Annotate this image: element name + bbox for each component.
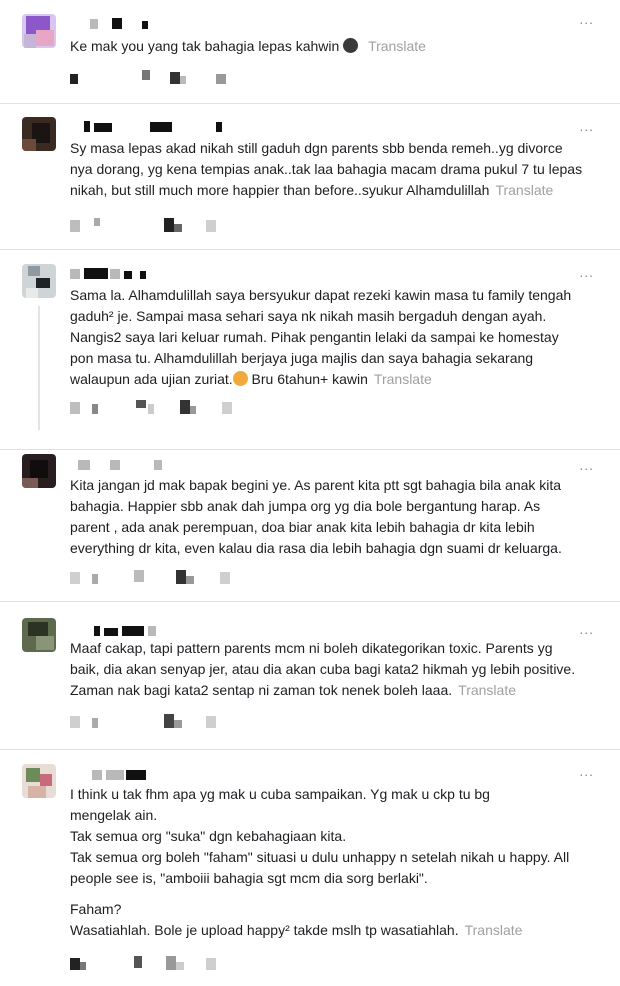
comment-item: ... Sama la. Alhamdulillah saya bersyuku… xyxy=(0,250,620,450)
commenter-name-redacted[interactable] xyxy=(70,622,180,636)
comment-item: ... Sy masa lepas akad nikah still gaduh… xyxy=(0,104,620,250)
more-options-icon[interactable]: ... xyxy=(579,764,594,778)
comment-feed: ... Ke mak you yang tak bahagia lepas ka… xyxy=(0,0,620,986)
more-options-icon[interactable]: ... xyxy=(579,622,594,636)
commenter-name-redacted[interactable] xyxy=(70,766,170,780)
avatar[interactable] xyxy=(22,764,56,798)
comment-item: ... Ke mak you yang tak bahagia lepas ka… xyxy=(0,0,620,104)
avatar[interactable] xyxy=(22,117,56,151)
comment-actions-redacted[interactable] xyxy=(70,70,230,84)
avatar[interactable] xyxy=(22,14,56,48)
avatar[interactable] xyxy=(22,454,56,488)
more-options-icon[interactable]: ... xyxy=(579,119,594,133)
comment-actions-redacted[interactable] xyxy=(70,956,250,970)
commenter-name-redacted[interactable] xyxy=(70,456,180,470)
more-options-icon[interactable]: ... xyxy=(579,12,594,26)
comment-actions-redacted[interactable] xyxy=(70,400,260,414)
translate-link[interactable]: Translate xyxy=(368,38,426,54)
comment-text: Sy masa lepas akad nikah still gaduh dgn… xyxy=(70,140,583,198)
commenter-name-redacted[interactable] xyxy=(70,15,160,29)
translate-link[interactable]: Translate xyxy=(465,922,523,938)
comment-item: ... Kita jangan jd mak bapak begini ye. … xyxy=(0,450,620,602)
comment-item: ... I think u tak fhm apa yg mak u cuba … xyxy=(0,750,620,986)
comment-text: Ke mak you yang tak bahagia lepas kahwin… xyxy=(70,38,426,54)
translate-link[interactable]: Translate xyxy=(458,682,516,698)
sad-face-icon xyxy=(343,38,359,53)
comment-actions-redacted[interactable] xyxy=(70,714,250,728)
comment-text: Maaf cakap, tapi pattern parents mcm ni … xyxy=(70,640,576,698)
comment-text: I think u tak fhm apa yg mak u cuba samp… xyxy=(70,786,570,938)
commenter-name-redacted[interactable] xyxy=(70,118,230,132)
commenter-name-redacted[interactable] xyxy=(70,265,170,279)
comment-actions-redacted[interactable] xyxy=(70,570,260,584)
translate-link[interactable]: Translate xyxy=(374,371,432,387)
reply-thread-line xyxy=(38,306,40,430)
more-options-icon[interactable]: ... xyxy=(579,265,594,279)
more-options-icon[interactable]: ... xyxy=(579,458,594,472)
translate-link[interactable]: Translate xyxy=(495,182,553,198)
comment-text: Sama la. Alhamdulillah saya bersyukur da… xyxy=(70,287,572,387)
avatar[interactable] xyxy=(22,264,56,298)
comment-actions-redacted[interactable] xyxy=(70,218,230,232)
smiling-hearts-face-icon xyxy=(232,371,248,386)
comment-text: Kita jangan jd mak bapak begini ye. As p… xyxy=(70,477,562,556)
avatar[interactable] xyxy=(22,618,56,652)
comment-item: ... Maaf cakap, tapi pattern parents mcm… xyxy=(0,602,620,750)
